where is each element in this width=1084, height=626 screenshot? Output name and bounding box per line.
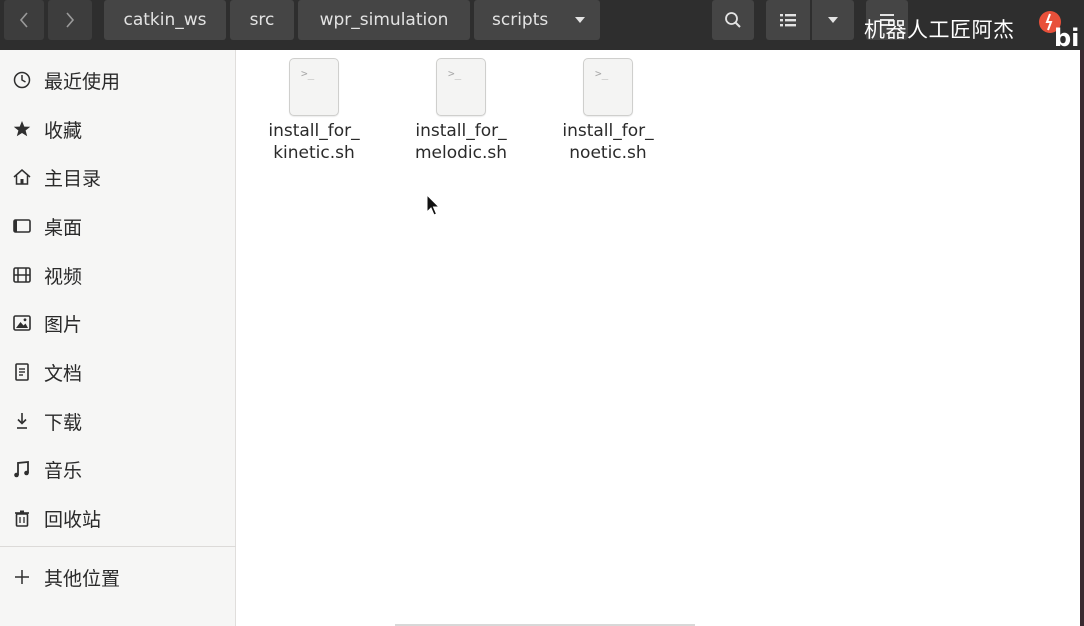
desktop-edge: [1080, 50, 1084, 626]
search-icon: [725, 12, 741, 28]
file-item[interactable]: >_ install_for_ noetic.sh: [543, 58, 673, 164]
sidebar-item-downloads[interactable]: 下载: [0, 399, 236, 443]
bilibili-logo-icon: bi: [1039, 11, 1079, 50]
sidebar-item-desktop[interactable]: 桌面: [0, 204, 236, 248]
shell-script-icon: >_: [289, 58, 339, 116]
caret-down-icon: [575, 17, 585, 23]
view-options-button[interactable]: [812, 0, 854, 40]
star-icon: [12, 119, 32, 139]
file-view: >_ install_for_ kinetic.sh >_ install_fo…: [237, 50, 1080, 626]
sidebar-item-label: 回收站: [44, 508, 102, 531]
sidebar-item-music[interactable]: 音乐: [0, 447, 236, 491]
breadcrumb-label: wpr_simulation: [319, 10, 449, 30]
svg-text:bi: bi: [1054, 24, 1079, 50]
sidebar-item-label: 音乐: [44, 459, 83, 482]
file-name: install_for_ noetic.sh: [562, 121, 654, 163]
sidebar-item-pictures[interactable]: 图片: [0, 301, 236, 345]
terminal-prompt-glyph: >_: [301, 67, 315, 80]
file-item[interactable]: >_ install_for_ kinetic.sh: [249, 58, 379, 164]
watermark-text: 机器人工匠阿杰: [864, 18, 1015, 42]
caret-down-icon: [828, 17, 838, 23]
sidebar-separator: [0, 546, 236, 547]
file-name: install_for_ melodic.sh: [414, 121, 508, 163]
sidebar-item-label: 主目录: [44, 167, 102, 190]
document-icon: [12, 362, 32, 382]
list-view-button[interactable]: [766, 0, 810, 40]
file-item[interactable]: >_ install_for_ melodic.sh: [396, 58, 526, 164]
sidebar: 最近使用 收藏 主目录 桌面 视频 图片 文档 下载 音乐 回收站 其他位置: [0, 50, 236, 626]
sidebar-item-label: 文档: [44, 362, 83, 385]
music-icon: [12, 459, 32, 479]
chevron-right-icon: [66, 12, 75, 28]
breadcrumb-label: src: [249, 10, 275, 30]
back-button[interactable]: [4, 0, 44, 40]
download-icon: [12, 411, 32, 431]
sidebar-item-label: 其他位置: [44, 567, 121, 590]
sidebar-item-starred[interactable]: 收藏: [0, 107, 236, 151]
sidebar-item-other-locations[interactable]: 其他位置: [0, 555, 236, 599]
breadcrumb-wpr-simulation[interactable]: wpr_simulation: [298, 0, 470, 40]
header-bar: catkin_ws src wpr_simulation scripts 机器人…: [0, 0, 1084, 50]
recent-icon: [12, 70, 32, 90]
trash-icon: [12, 508, 32, 528]
sidebar-item-documents[interactable]: 文档: [0, 350, 236, 394]
forward-button[interactable]: [48, 0, 92, 40]
terminal-prompt-glyph: >_: [448, 67, 462, 80]
sidebar-item-trash[interactable]: 回收站: [0, 496, 236, 540]
breadcrumb-src[interactable]: src: [230, 0, 294, 40]
sidebar-item-videos[interactable]: 视频: [0, 253, 236, 297]
breadcrumb-label: catkin_ws: [123, 10, 207, 30]
file-manager-window: catkin_ws src wpr_simulation scripts 机器人…: [0, 0, 1084, 626]
sidebar-item-home[interactable]: 主目录: [0, 155, 236, 199]
sidebar-item-label: 收藏: [44, 119, 83, 142]
breadcrumb-scripts[interactable]: scripts: [474, 0, 600, 40]
chevron-left-icon: [19, 12, 28, 28]
sidebar-item-label: 图片: [44, 313, 83, 336]
list-view-icon: [780, 14, 796, 27]
file-name: install_for_ kinetic.sh: [268, 121, 360, 163]
plus-icon: [12, 567, 32, 587]
sidebar-item-label: 桌面: [44, 216, 83, 239]
terminal-prompt-glyph: >_: [595, 67, 609, 80]
sidebar-item-label: 最近使用: [44, 70, 121, 93]
sidebar-item-label: 视频: [44, 265, 83, 288]
home-icon: [12, 167, 32, 187]
desktop-icon: [12, 216, 32, 236]
picture-icon: [12, 313, 32, 333]
video-icon: [12, 265, 32, 285]
search-button[interactable]: [712, 0, 754, 40]
sidebar-item-label: 下载: [44, 411, 83, 434]
sidebar-item-recent[interactable]: 最近使用: [0, 58, 236, 102]
breadcrumb-label: scripts: [492, 10, 549, 30]
shell-script-icon: >_: [436, 58, 486, 116]
breadcrumb-catkin-ws[interactable]: catkin_ws: [104, 0, 226, 40]
shell-script-icon: >_: [583, 58, 633, 116]
mouse-cursor-icon: [426, 194, 440, 216]
